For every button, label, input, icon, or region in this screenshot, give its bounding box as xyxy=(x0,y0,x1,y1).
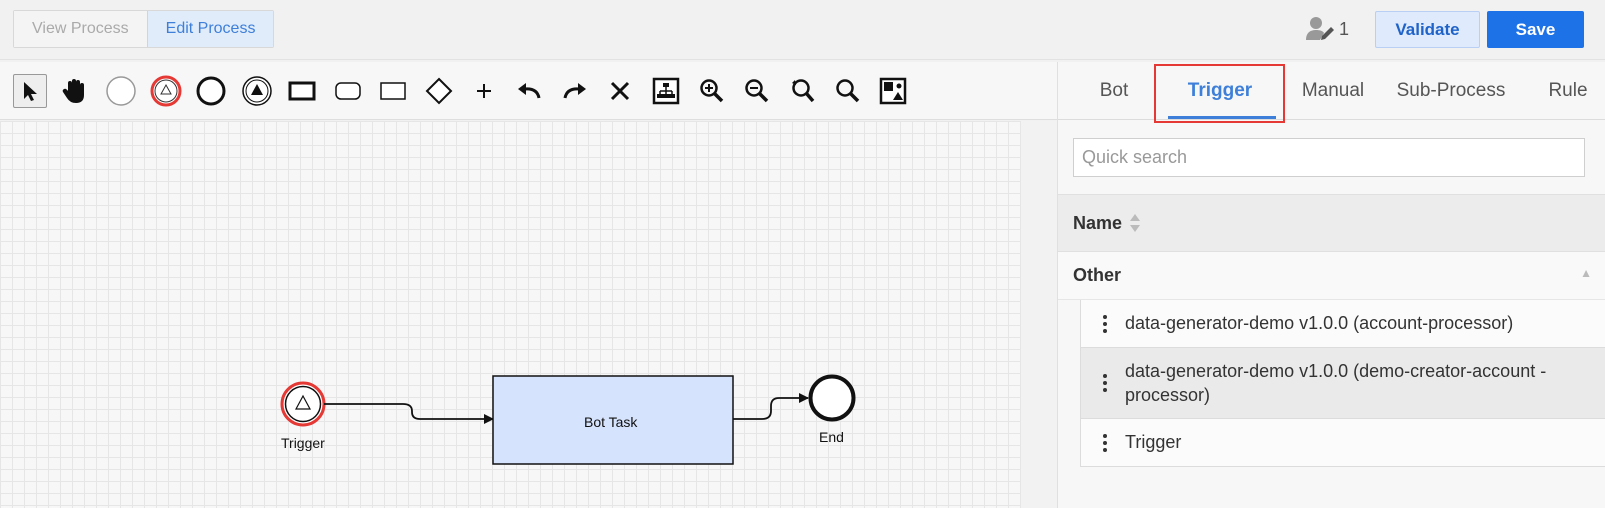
add-icon[interactable] xyxy=(467,74,501,108)
active-editors[interactable]: 1 xyxy=(1305,16,1349,42)
delete-icon[interactable] xyxy=(603,74,637,108)
list-item[interactable]: data-generator-demo v1.0.0 (demo-creator… xyxy=(1081,348,1605,419)
undo-icon[interactable] xyxy=(512,74,546,108)
user-edit-icon xyxy=(1306,17,1334,40)
group-other-label: Other xyxy=(1073,265,1122,285)
tab-highlight-box xyxy=(1154,64,1285,123)
drag-handle-icon[interactable] xyxy=(1095,314,1115,333)
zoom-fit-icon[interactable] xyxy=(831,74,865,108)
auto-layout-icon[interactable] xyxy=(649,74,683,108)
canvas-scroll-edge xyxy=(1020,121,1057,508)
zoom-out-icon[interactable] xyxy=(740,74,774,108)
top-bar: View Process Edit Process 1 Validate Sav… xyxy=(0,0,1605,60)
task-icon[interactable] xyxy=(285,74,319,108)
minimap-icon[interactable] xyxy=(876,74,910,108)
list-item-label: Trigger xyxy=(1125,432,1182,452)
trigger-start-event[interactable] xyxy=(280,381,326,427)
bot-task-label: Bot Task xyxy=(584,414,638,430)
edit-process-button[interactable]: Edit Process xyxy=(146,11,274,47)
palette-panel: Bot Trigger Manual Sub-Process Rule Name… xyxy=(1057,62,1605,508)
editor-count: 1 xyxy=(1339,18,1350,39)
subprocess-icon[interactable] xyxy=(376,74,410,108)
mode-toggle: View Process Edit Process xyxy=(13,10,275,48)
end-event[interactable] xyxy=(808,374,856,422)
list-item[interactable]: Trigger xyxy=(1081,419,1605,467)
trigger-start-event-icon[interactable] xyxy=(149,74,183,108)
trigger-list: data-generator-demo v1.0.0 (account-proc… xyxy=(1080,300,1605,467)
validate-button[interactable]: Validate xyxy=(1375,11,1480,48)
gateway-icon[interactable] xyxy=(422,74,456,108)
rounded-task-icon[interactable] xyxy=(331,74,365,108)
tab-manual[interactable]: Manual xyxy=(1283,62,1383,120)
trigger-node-label: Trigger xyxy=(281,435,325,451)
start-event-icon[interactable] xyxy=(104,74,138,108)
quick-search-input[interactable] xyxy=(1073,138,1585,177)
sort-icon[interactable] xyxy=(1128,211,1142,235)
sequence-flow-task-to-end[interactable] xyxy=(733,393,809,420)
collapse-caret-icon[interactable]: ▲ xyxy=(1580,266,1592,280)
list-item[interactable]: data-generator-demo v1.0.0 (account-proc… xyxy=(1081,300,1605,348)
save-button[interactable]: Save xyxy=(1487,11,1584,48)
view-process-button[interactable]: View Process xyxy=(14,11,147,47)
hand-icon[interactable] xyxy=(58,74,92,108)
group-other[interactable]: Other ▲ xyxy=(1058,252,1605,300)
drag-handle-icon[interactable] xyxy=(1095,374,1115,392)
tab-rule[interactable]: Rule xyxy=(1538,62,1598,120)
sequence-flow-trigger-to-task[interactable] xyxy=(324,403,494,424)
tab-sub-process[interactable]: Sub-Process xyxy=(1378,62,1524,120)
signal-event-icon[interactable] xyxy=(240,74,274,108)
zoom-in-icon[interactable] xyxy=(695,74,729,108)
drag-handle-icon[interactable] xyxy=(1095,433,1115,452)
palette-tabs: Bot Trigger Manual Sub-Process Rule xyxy=(1058,62,1605,123)
diagram-toolbar xyxy=(0,62,1057,120)
name-column-header[interactable]: Name xyxy=(1058,194,1605,252)
end-event-icon[interactable] xyxy=(194,74,228,108)
name-column-label: Name xyxy=(1073,212,1123,233)
end-node-label: End xyxy=(819,429,844,445)
list-item-label: data-generator-demo v1.0.0 (demo-creator… xyxy=(1125,361,1547,405)
list-item-label: data-generator-demo v1.0.0 (account-proc… xyxy=(1125,313,1514,333)
zoom-reset-icon[interactable] xyxy=(786,74,820,108)
tab-bot[interactable]: Bot xyxy=(1078,62,1150,120)
redo-icon[interactable] xyxy=(558,74,592,108)
process-diagram xyxy=(280,374,856,465)
pointer-icon[interactable] xyxy=(13,74,47,108)
